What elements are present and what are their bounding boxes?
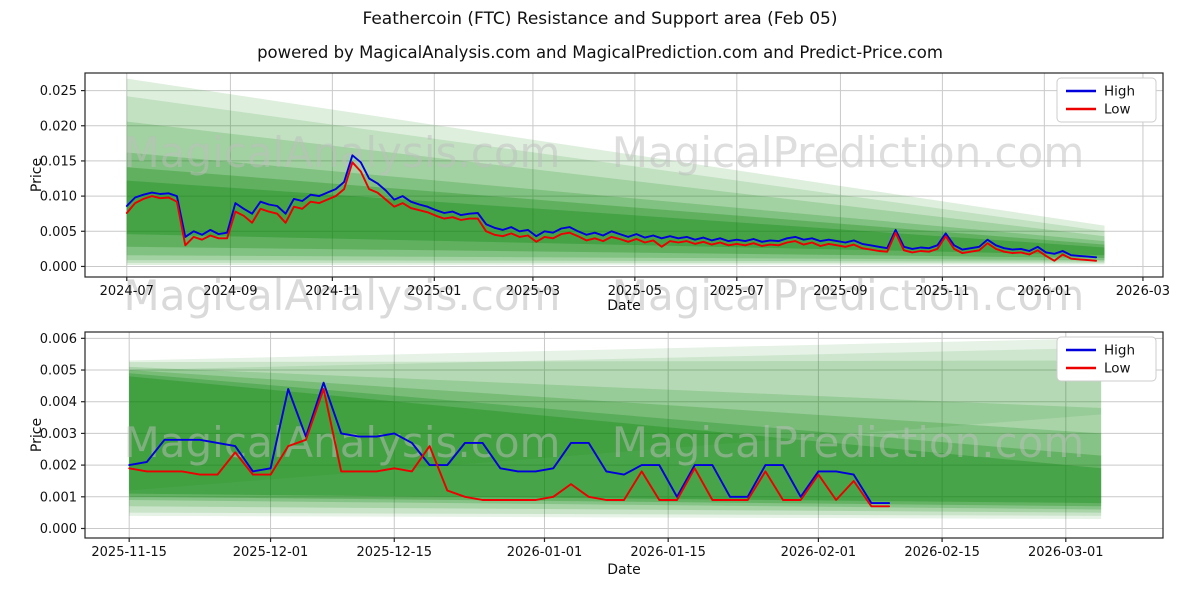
- x-tick-label: 2026-03: [1116, 284, 1170, 299]
- x-tick-label: 2026-01-15: [630, 545, 706, 560]
- x-tick-label: 2025-01: [407, 284, 461, 299]
- bottom-chart-xlabel: Date: [607, 562, 641, 578]
- y-tick-label: 0.003: [40, 427, 77, 442]
- figure: Feathercoin (FTC) Resistance and Support…: [0, 0, 1200, 600]
- x-tick-label: 2026-02-15: [904, 545, 980, 560]
- y-tick-label: 0.000: [40, 522, 77, 537]
- legend-high-label: High: [1104, 84, 1135, 100]
- y-tick-label: 0.006: [40, 332, 77, 347]
- legend-low-label: Low: [1104, 361, 1131, 377]
- x-tick-label: 2026-02-01: [781, 545, 857, 560]
- y-tick-label: 0.005: [40, 225, 77, 240]
- y-tick-label: 0.000: [40, 260, 77, 275]
- legend-low-label: Low: [1104, 102, 1131, 118]
- plots-svg: MagicalAnalysis.com MagicalPrediction.com…: [40, 72, 1170, 560]
- x-tick-label: 2024-11: [305, 284, 359, 299]
- y-tick-label: 0.004: [40, 395, 77, 410]
- y-tick-label: 0.005: [40, 364, 77, 379]
- x-tick-label: 2024-07: [100, 284, 154, 299]
- top-chart-ylabel: Price: [29, 157, 45, 193]
- x-tick-label: 2026-01: [1017, 284, 1071, 299]
- x-tick-label: 2025-05: [608, 284, 662, 299]
- x-tick-label: 2025-03: [506, 284, 560, 299]
- bottom-chart-ylabel: Price: [29, 417, 45, 453]
- y-tick-label: 0.020: [40, 119, 77, 134]
- y-tick-label: 0.010: [40, 190, 77, 205]
- figure-subtitle: powered by MagicalAnalysis.com and Magic…: [257, 43, 943, 62]
- legend: High Low: [1056, 336, 1157, 382]
- legend-high-label: High: [1104, 343, 1135, 359]
- figure-title: Feathercoin (FTC) Resistance and Support…: [362, 9, 838, 29]
- x-tick-label: 2026-01-01: [507, 545, 583, 560]
- x-tick-label: 2025-09: [813, 284, 867, 299]
- y-tick-label: 0.015: [40, 154, 77, 169]
- x-tick-label: 2025-11: [915, 284, 969, 299]
- x-tick-label: 2024-09: [203, 284, 257, 299]
- legend: High Low: [1056, 77, 1157, 123]
- x-tick-label: 2025-11-15: [91, 545, 167, 560]
- y-tick-label: 0.002: [40, 459, 77, 474]
- y-tick-label: 0.025: [40, 84, 77, 99]
- chart-panel-top: MagicalAnalysis.com MagicalPrediction.com…: [40, 72, 1170, 299]
- x-tick-label: 2025-12-15: [356, 545, 432, 560]
- chart-panel-bottom: MagicalAnalysis.com MagicalPrediction.com…: [40, 331, 1164, 560]
- x-tick-label: 2026-03-01: [1028, 545, 1104, 560]
- watermark-magicalprediction: MagicalPrediction.com: [612, 418, 1085, 467]
- watermark-magicalanalysis: MagicalAnalysis.com: [124, 128, 561, 177]
- x-tick-label: 2025-12-01: [233, 545, 309, 560]
- x-tick-label: 2025-07: [710, 284, 764, 299]
- top-chart-xlabel: Date: [607, 298, 641, 314]
- watermark-magicalprediction: MagicalPrediction.com: [612, 128, 1085, 177]
- y-tick-label: 0.001: [40, 490, 77, 505]
